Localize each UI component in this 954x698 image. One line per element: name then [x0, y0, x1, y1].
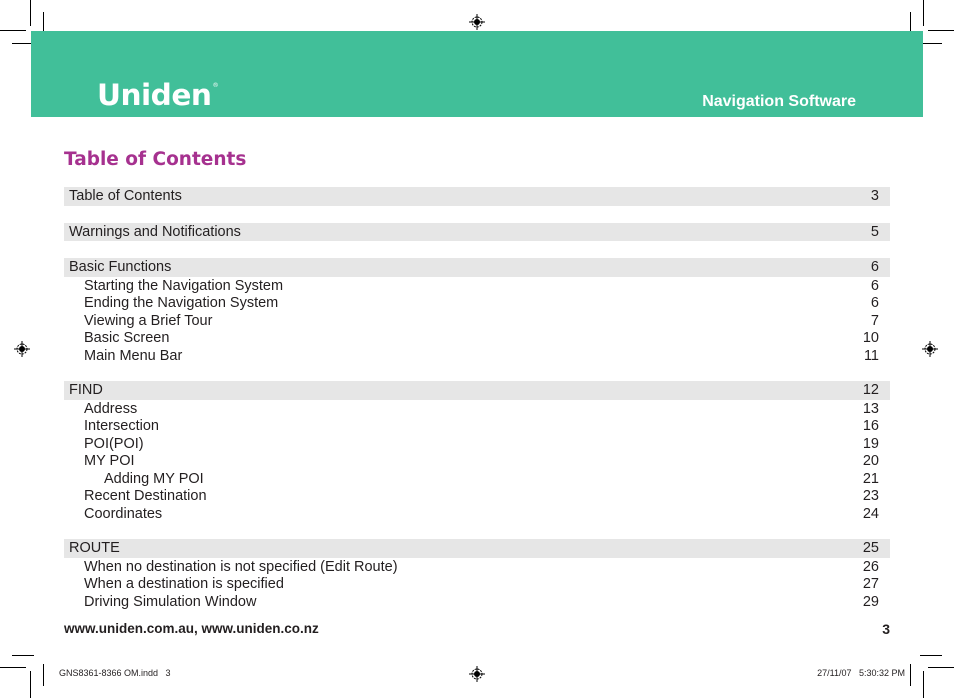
- toc-entry-row[interactable]: Recent Destination 23: [64, 487, 890, 505]
- toc-entry-label: Driving Simulation Window: [84, 593, 257, 610]
- crop-mark: [923, 671, 924, 698]
- toc-entry-label: FIND: [69, 382, 103, 398]
- toc-entry-label: Warnings and Notifications: [69, 223, 241, 240]
- toc-entry-row[interactable]: Starting the Navigation System 6: [64, 277, 890, 295]
- toc-entry-page: 24: [862, 505, 879, 522]
- toc-entry-page: 12: [862, 382, 879, 398]
- toc-entry-label: Table of Contents: [69, 188, 182, 204]
- crop-mark: [928, 667, 954, 668]
- toc-spacer: [64, 522, 890, 539]
- toc-entry-page: 10: [862, 330, 879, 346]
- toc-entry-label: MY POI: [84, 453, 135, 469]
- footer-url: www.uniden.com.au, www.uniden.co.nz: [64, 621, 319, 636]
- toc-entry-row[interactable]: When no destination is not specified (Ed…: [64, 558, 890, 576]
- crop-mark: [30, 671, 31, 698]
- toc-entry-row[interactable]: Ending the Navigation System 6: [64, 294, 890, 312]
- crop-mark: [920, 655, 942, 656]
- toc-entry-row[interactable]: When a destination is specified 27: [64, 575, 890, 593]
- toc-entry-page: 20: [862, 453, 879, 469]
- registration-mark-icon: [922, 341, 938, 357]
- toc-spacer: [64, 364, 890, 381]
- crop-mark: [43, 664, 44, 686]
- registration-mark-icon: [469, 14, 485, 30]
- toc-entry-page: 5: [870, 223, 879, 240]
- toc-entry-page: 13: [862, 400, 879, 417]
- crop-mark: [920, 43, 942, 44]
- toc-entry-page: 27: [862, 576, 879, 592]
- toc-entry-page: 6: [870, 259, 879, 275]
- toc-entry-label: Main Menu Bar: [84, 347, 183, 364]
- table-of-contents: Table of Contents 3 Warnings and Notificat…: [64, 187, 890, 610]
- toc-entry-row[interactable]: Intersection 16: [64, 417, 890, 435]
- toc-entry-page: 3: [870, 188, 879, 204]
- registration-mark-icon: [14, 341, 30, 357]
- toc-entry-label: Coordinates: [84, 505, 163, 522]
- toc-section-row[interactable]: Warnings and Notifications 5: [64, 222, 890, 241]
- logo-text: Uniden: [97, 78, 212, 112]
- toc-entry-label: Ending the Navigation System: [84, 295, 279, 311]
- toc-entry-page: 7: [870, 312, 879, 329]
- crop-mark: [928, 30, 954, 31]
- toc-entry-row[interactable]: Basic Screen 10: [64, 329, 890, 347]
- toc-spacer: [64, 241, 890, 258]
- toc-entry-page: 23: [862, 488, 879, 504]
- toc-entry-page: 26: [862, 558, 879, 575]
- toc-entry-label: Address: [84, 400, 138, 417]
- footer-page-number: 3: [882, 621, 890, 637]
- registered-mark: ®: [212, 82, 219, 89]
- toc-entry-page: 6: [870, 295, 879, 311]
- toc-section-row[interactable]: FIND 12: [64, 381, 890, 400]
- toc-section-row[interactable]: Basic Functions 6: [64, 258, 890, 277]
- toc-entry-label: Viewing a Brief Tour: [84, 312, 213, 329]
- toc-entry-row[interactable]: Viewing a Brief Tour 7: [64, 312, 890, 330]
- toc-section-row[interactable]: Table of Contents 3: [64, 187, 890, 206]
- slug-timestamp: 27/11/07 5:30:32 PM: [817, 668, 905, 678]
- toc-entry-row[interactable]: POI(POI) 19: [64, 435, 890, 453]
- toc-entry-page: 11: [863, 347, 879, 364]
- toc-entry-row[interactable]: Coordinates 24: [64, 505, 890, 523]
- toc-entry-row[interactable]: Adding MY POI 21: [64, 470, 890, 488]
- toc-entry-label: When no destination is not specified (Ed…: [84, 558, 398, 575]
- toc-spacer: [64, 206, 890, 223]
- toc-entry-label: When a destination is specified: [84, 576, 284, 592]
- toc-entry-row[interactable]: Address 13: [64, 400, 890, 418]
- header-band: Uniden® Navigation Software: [31, 31, 923, 117]
- toc-entry-label: POI(POI): [84, 435, 144, 452]
- toc-entry-row[interactable]: Driving Simulation Window 29: [64, 593, 890, 611]
- page-title: Table of Contents: [64, 149, 247, 170]
- crop-mark: [12, 655, 34, 656]
- uniden-logo: Uniden®: [97, 78, 219, 112]
- toc-entry-page: 25: [862, 540, 879, 556]
- toc-entry-label: ROUTE: [69, 540, 120, 556]
- toc-entry-page: 16: [862, 418, 879, 434]
- crop-mark: [923, 0, 924, 26]
- toc-entry-label: Adding MY POI: [104, 470, 204, 487]
- toc-entry-page: 29: [862, 593, 879, 610]
- toc-entry-page: 19: [862, 435, 879, 452]
- toc-entry-row[interactable]: Main Menu Bar 11: [64, 347, 890, 365]
- crop-mark: [30, 0, 31, 26]
- toc-entry-row[interactable]: MY POI 20: [64, 452, 890, 470]
- crop-mark: [0, 667, 26, 668]
- toc-entry-page: 21: [862, 470, 879, 487]
- toc-entry-label: Intersection: [84, 418, 159, 434]
- toc-entry-label: Basic Screen: [84, 330, 170, 346]
- toc-entry-label: Recent Destination: [84, 488, 207, 504]
- toc-entry-label: Basic Functions: [69, 259, 172, 275]
- toc-section-row[interactable]: ROUTE 25: [64, 539, 890, 558]
- toc-entry-page: 6: [870, 277, 879, 294]
- header-title: Navigation Software: [702, 93, 856, 110]
- registration-mark-icon: [469, 666, 485, 682]
- slug-filename: GNS8361-8366 OM.indd 3: [59, 668, 171, 678]
- toc-entry-label: Starting the Navigation System: [84, 277, 284, 294]
- crop-mark: [910, 664, 911, 686]
- crop-mark: [0, 30, 26, 31]
